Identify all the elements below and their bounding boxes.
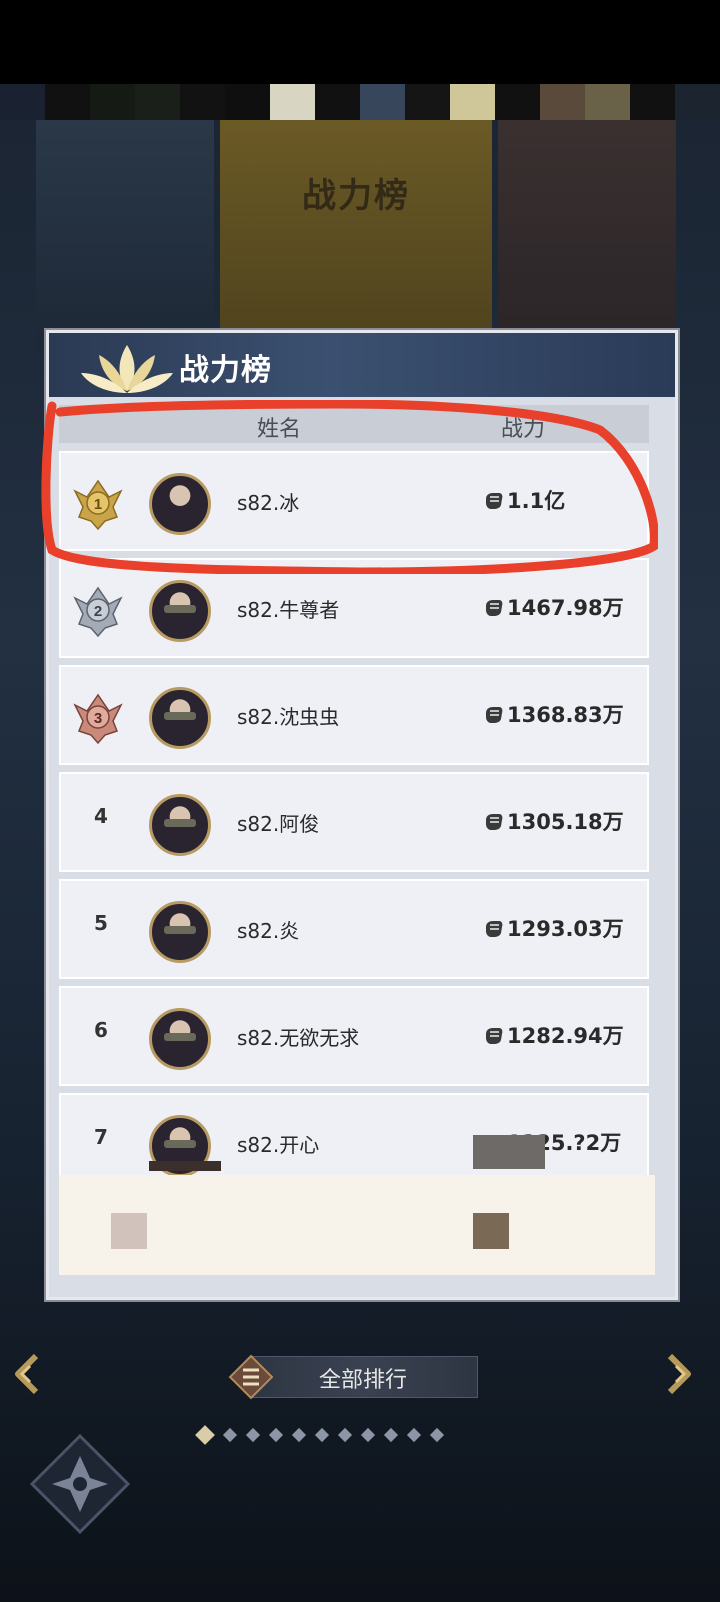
compass-menu-icon[interactable] — [28, 1432, 132, 1536]
page-dot[interactable] — [314, 1427, 330, 1443]
power-value: 1282.94万 — [483, 1020, 624, 1050]
player-name: s82.牛尊者 — [237, 598, 340, 622]
previous-page-icon[interactable] — [10, 1352, 44, 1396]
power-value: 1293.03万 — [483, 913, 624, 943]
lotus-icon — [81, 345, 173, 393]
redacted-block — [473, 1213, 509, 1249]
ranking-row[interactable]: 7 s82.开心 1225.?2万 — [59, 1093, 649, 1175]
player-name: s82.开心 — [237, 1133, 320, 1157]
ranking-row[interactable]: 3 s82.沈虫虫 1368.83万 — [59, 665, 649, 765]
avatar[interactable] — [149, 901, 211, 963]
ranking-row[interactable]: 5 s82.炎 1293.03万 — [59, 879, 649, 979]
red-highlight-annotation — [41, 400, 658, 574]
redacted-block — [473, 1135, 545, 1169]
page-dot[interactable] — [245, 1427, 261, 1443]
bronze-medal-icon: 3 — [73, 693, 123, 745]
panel-title: 战力榜 — [179, 353, 272, 388]
page-dot[interactable] — [222, 1427, 238, 1443]
status-bar-area — [0, 0, 720, 84]
page-dot[interactable] — [360, 1427, 376, 1443]
power-text: 1293.03万 — [507, 917, 624, 941]
ranking-row[interactable]: 4 s82.阿俊 1305.18万 — [59, 772, 649, 872]
page-dot[interactable] — [195, 1425, 215, 1445]
medal-rank-text: 2 — [94, 603, 102, 620]
power-text: 1282.94万 — [507, 1024, 624, 1048]
next-page-icon[interactable] — [662, 1352, 696, 1396]
power-value: 1467.98万 — [483, 592, 624, 622]
avatar[interactable] — [149, 794, 211, 856]
panel-header: 战力榜 — [49, 333, 675, 397]
left-banner — [36, 120, 214, 350]
fist-icon — [486, 921, 503, 937]
power-value: 1368.83万 — [483, 699, 624, 729]
redacted-block — [111, 1213, 147, 1249]
ranking-row[interactable]: 6 s82.无欲无求 1282.94万 — [59, 986, 649, 1086]
fist-icon — [486, 707, 503, 723]
page-dot[interactable] — [268, 1427, 284, 1443]
pixelated-tab-strip — [0, 84, 720, 120]
page-dot[interactable] — [337, 1427, 353, 1443]
player-name: s82.炎 — [237, 919, 300, 943]
fist-icon — [486, 1028, 503, 1044]
rank-number: 4 — [94, 804, 108, 828]
banner-title: 战力榜 — [302, 176, 410, 216]
rank-number: 6 — [94, 1018, 108, 1042]
page-indicator — [195, 1424, 445, 1446]
player-name: s82.无欲无求 — [237, 1026, 360, 1050]
all-rankings-button[interactable]: 全部排行 — [228, 1354, 480, 1400]
silver-medal-icon: 2 — [73, 586, 123, 638]
fist-icon — [486, 600, 503, 616]
page-dot[interactable] — [406, 1427, 422, 1443]
medal-rank-text: 3 — [94, 710, 102, 727]
power-text: 1368.83万 — [507, 703, 624, 727]
fist-icon — [486, 814, 503, 830]
avatar[interactable] — [149, 687, 211, 749]
my-rank-bar — [59, 1135, 655, 1275]
power-text: 1305.18万 — [507, 810, 624, 834]
page-dot[interactable] — [291, 1427, 307, 1443]
rank-number: 7 — [94, 1125, 108, 1149]
player-name: s82.阿俊 — [237, 812, 320, 836]
avatar[interactable] — [149, 1008, 211, 1070]
page-dot[interactable] — [383, 1427, 399, 1443]
all-rankings-label: 全部排行 — [318, 1368, 407, 1393]
page-dot[interactable] — [429, 1427, 445, 1443]
avatar[interactable] — [149, 580, 211, 642]
redacted-block — [149, 1161, 221, 1171]
power-value: 1305.18万 — [483, 806, 624, 836]
right-banner — [498, 120, 676, 350]
rank-number: 5 — [94, 911, 108, 935]
power-text: 1467.98万 — [507, 596, 624, 620]
player-name: s82.沈虫虫 — [237, 705, 340, 729]
